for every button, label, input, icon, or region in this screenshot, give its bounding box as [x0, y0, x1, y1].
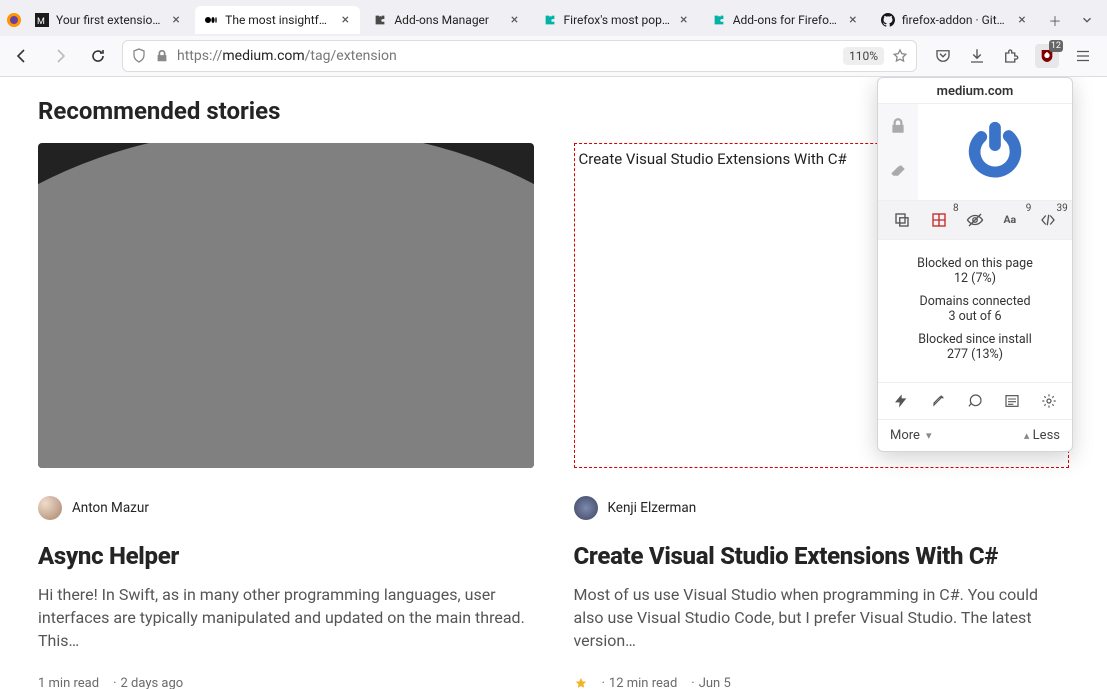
tab-github-firefox-addon[interactable]: firefox-addon · GitHub Topics … × — [872, 6, 1037, 34]
author-avatar[interactable] — [574, 496, 598, 520]
tab-addons-manager[interactable]: Add-ons Manager × — [364, 6, 529, 34]
ublock-blocked-install-val: 277 (13%) — [878, 347, 1072, 362]
ublock-report-button[interactable] — [963, 389, 987, 413]
zoom-indicator[interactable]: 110% — [843, 47, 884, 65]
shield-icon[interactable] — [131, 48, 147, 64]
tab-overflow-button[interactable] — [1073, 6, 1101, 34]
close-icon[interactable]: × — [846, 13, 860, 27]
extensions-icon[interactable] — [1001, 46, 1021, 66]
read-time: 12 min read — [598, 676, 678, 689]
ublock-less-button[interactable]: ▴ Less — [1018, 428, 1060, 443]
ublock-fonts-tool[interactable]: Aa9 — [997, 209, 1025, 231]
tab-title: Your first extension - Mozilla | … — [56, 13, 163, 27]
ublock-domain-label: medium.com — [878, 78, 1072, 104]
tab-medium-active[interactable]: The most insightful stories abo… × — [195, 6, 360, 34]
tab-title: firefox-addon · GitHub Topics … — [902, 13, 1009, 27]
ublock-extension-button[interactable]: 12 — [1035, 44, 1059, 68]
ublock-settings-button[interactable] — [1037, 389, 1061, 413]
tab-title: The most insightful stories abo… — [225, 13, 332, 27]
svg-text:Aa: Aa — [1004, 213, 1017, 226]
ublock-popups-tool[interactable] — [888, 209, 916, 231]
ublock-blocked-page-label: Blocked on this page — [878, 256, 1072, 271]
author-name[interactable]: Kenji Elzerman — [608, 500, 697, 516]
ublock-media-count: 8 — [953, 203, 959, 214]
author-avatar[interactable] — [38, 496, 62, 520]
ublock-cosmetic-tool[interactable] — [961, 209, 989, 231]
ublock-lock-icon[interactable] — [884, 112, 912, 140]
amo-favicon — [711, 12, 727, 28]
firefox-app-icon — [6, 12, 22, 28]
downloads-icon[interactable] — [967, 46, 987, 66]
ublock-blocked-page-val: 12 (7%) — [878, 271, 1072, 286]
tab-strip: M Your first extension - Mozilla | … × T… — [0, 0, 1107, 36]
story-card: Anton Mazur Async Helper Hi there! In Sw… — [38, 143, 534, 689]
tab-title: Firefox's most popular and inno… — [564, 13, 671, 27]
ublock-media-tool[interactable]: 8 — [925, 209, 953, 231]
ublock-power-button[interactable] — [960, 116, 1030, 186]
puzzle-favicon — [372, 12, 388, 28]
story-cover-image[interactable] — [38, 143, 534, 468]
member-only-icon — [574, 677, 588, 689]
ublock-more-button[interactable]: More▾ — [890, 428, 931, 443]
ublock-blocked-install-label: Blocked since install — [878, 332, 1072, 347]
forward-button[interactable] — [46, 42, 74, 70]
read-time: 1 min read — [38, 676, 99, 689]
svg-text:M: M — [37, 17, 45, 27]
ublock-badge: 12 — [1049, 40, 1063, 52]
medium-favicon — [203, 12, 219, 28]
close-icon[interactable]: × — [508, 13, 522, 27]
publish-date: 2 days ago — [109, 676, 183, 689]
nav-bar: https://medium.com/tag/extension 110% 12 — [0, 36, 1107, 76]
tab-first-extension[interactable]: M Your first extension - Mozilla | … × — [26, 6, 191, 34]
github-favicon — [880, 12, 896, 28]
story-title[interactable]: Async Helper — [38, 542, 534, 571]
back-button[interactable] — [8, 42, 36, 70]
new-tab-button[interactable]: ＋ — [1041, 6, 1069, 34]
tab-addons-firefox[interactable]: Add-ons for Firefox (en-US) × — [703, 6, 868, 34]
story-excerpt: Hi there! In Swift, as in many other pro… — [38, 583, 534, 653]
mdn-favicon: M — [34, 12, 50, 28]
publish-date: Jun 5 — [687, 676, 730, 689]
tab-title: Add-ons Manager — [394, 13, 501, 27]
ublock-picker-button[interactable] — [926, 389, 950, 413]
ublock-zap-button[interactable] — [889, 389, 913, 413]
bookmark-star-icon[interactable] — [892, 48, 908, 64]
lock-icon[interactable] — [155, 49, 169, 63]
ublock-scripts-tool[interactable]: 39 — [1034, 209, 1062, 231]
amo-favicon — [542, 12, 558, 28]
close-icon[interactable]: × — [169, 13, 183, 27]
ublock-eraser-icon[interactable] — [884, 158, 912, 186]
ublock-domains-label: Domains connected — [878, 294, 1072, 309]
close-icon[interactable]: × — [338, 13, 352, 27]
close-icon[interactable]: × — [1015, 13, 1029, 27]
reload-button[interactable] — [84, 42, 112, 70]
ublock-fonts-count: 9 — [1026, 203, 1032, 214]
tab-firefox-popular[interactable]: Firefox's most popular and inno… × — [534, 6, 699, 34]
tab-title: Add-ons for Firefox (en-US) — [733, 13, 840, 27]
story-title[interactable]: Create Visual Studio Extensions With C# — [574, 542, 1070, 571]
url-bar[interactable]: https://medium.com/tag/extension 110% — [122, 40, 917, 72]
ublock-logger-button[interactable] — [1000, 389, 1024, 413]
story-excerpt: Most of us use Visual Studio when progra… — [574, 583, 1070, 653]
url-text: https://medium.com/tag/extension — [177, 48, 835, 64]
ublock-popup: medium.com 8 Aa9 39 Blocked on this page… — [877, 77, 1073, 452]
ublock-domains-val: 3 out of 6 — [878, 309, 1072, 324]
ublock-scripts-count: 39 — [1057, 203, 1068, 214]
close-icon[interactable]: × — [677, 13, 691, 27]
author-name[interactable]: Anton Mazur — [72, 500, 149, 516]
app-menu-button[interactable] — [1073, 46, 1093, 66]
pocket-icon[interactable] — [933, 46, 953, 66]
blocked-placeholder-text: Create Visual Studio Extensions With C# — [579, 150, 847, 168]
